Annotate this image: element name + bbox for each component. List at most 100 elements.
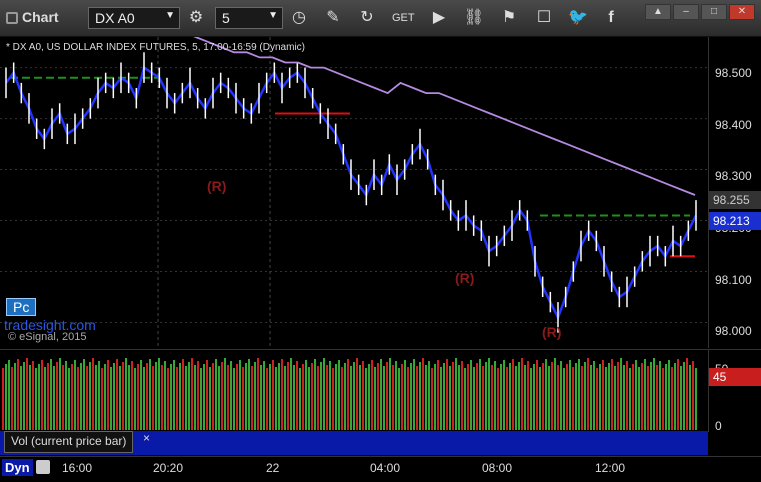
volume-bar (662, 368, 664, 430)
close-icon[interactable]: ✕ (729, 4, 755, 20)
volume-bar (200, 368, 202, 430)
volume-bar (152, 366, 154, 430)
time-tick: 20:20 (153, 461, 184, 475)
volume-bar (533, 364, 535, 430)
volume-bar (275, 367, 277, 430)
symbol-input[interactable]: DX A0 ▼ (88, 7, 180, 29)
pin-icon[interactable]: ▲ (645, 4, 671, 20)
volume-bar (323, 358, 325, 430)
facebook-icon[interactable]: f (600, 7, 622, 29)
price-tick: 98.000 (715, 324, 752, 338)
volume-bar (107, 360, 109, 430)
refresh-icon[interactable]: ↻ (356, 7, 378, 29)
volume-bar (632, 364, 634, 430)
volume-study-label[interactable]: Vol (current price bar) (4, 431, 134, 453)
volume-pane[interactable] (0, 349, 708, 432)
volume-bar (230, 361, 232, 430)
volume-axis[interactable]: 50 45 0 (708, 349, 761, 433)
link-icon[interactable]: ⛓ (463, 7, 485, 29)
volume-bar (173, 360, 175, 430)
volume-bar (104, 364, 106, 430)
volume-bar (365, 368, 367, 430)
volume-bar (89, 362, 91, 430)
volume-bar (272, 360, 274, 430)
volume-bar (179, 363, 181, 430)
flag-icon[interactable]: ⚑ (498, 7, 520, 29)
volume-bar (50, 359, 52, 430)
volume-svg (2, 358, 697, 430)
time-tick: 12:00 (595, 461, 626, 475)
volume-bar (497, 368, 499, 430)
close-icon[interactable]: × (143, 431, 150, 445)
volume-bar (689, 365, 691, 430)
clock-icon[interactable]: ◷ (288, 7, 310, 29)
volume-tag: 45 (709, 368, 761, 386)
get-icon[interactable]: GET (392, 7, 415, 29)
maximize-icon[interactable]: □ (701, 4, 727, 20)
volume-bar (143, 367, 145, 430)
volume-bar (695, 368, 697, 430)
price-tick: 98.100 (715, 273, 752, 287)
volume-bar (617, 362, 619, 430)
volume-bar (158, 358, 160, 430)
volume-bar (674, 363, 676, 430)
volume-bar (536, 360, 538, 430)
interval-input[interactable]: 5 ▼ (215, 7, 283, 29)
volume-bar (188, 362, 190, 430)
volume-bar (518, 362, 520, 430)
price-series (5, 65, 698, 321)
volume-bar (494, 361, 496, 430)
volume-bar (32, 361, 34, 430)
minimize-icon[interactable]: – (673, 4, 699, 20)
volume-bar (386, 362, 388, 430)
volume-bar (512, 359, 514, 430)
volume-bar (527, 361, 529, 430)
volume-bar (641, 363, 643, 430)
volume-bar (551, 362, 553, 430)
play-icon[interactable]: ▶ (428, 7, 450, 29)
volume-bar (287, 362, 289, 430)
volume-bar (164, 361, 166, 430)
volume-bar (281, 359, 283, 430)
volume-bar (362, 361, 364, 430)
settings-icon[interactable] (36, 460, 50, 474)
price-tick: 98.300 (715, 169, 752, 183)
time-tick: 08:00 (482, 461, 513, 475)
volume-bar (239, 360, 241, 430)
volume-bar (170, 364, 172, 430)
volume-bar (167, 368, 169, 430)
volume-bar (467, 364, 469, 430)
chart-info-line: * DX A0, US DOLLAR INDEX FUTURES, 5, 17:… (6, 42, 305, 53)
pencil-icon[interactable]: ✎ (322, 7, 344, 29)
volume-bar (296, 361, 298, 430)
volume-bar (596, 368, 598, 430)
time-axis[interactable]: Dyn 16:00 20:20 22 04:00 08:00 12:00 (0, 456, 761, 482)
volume-bar (251, 366, 253, 430)
volume-bar (524, 365, 526, 430)
volume-bar (623, 365, 625, 430)
price-plot[interactable] (0, 37, 708, 348)
gear-icon[interactable]: ⚙ (185, 7, 207, 29)
volume-bar (233, 368, 235, 430)
volume-bar (590, 365, 592, 430)
dyn-button[interactable]: Dyn (2, 459, 33, 476)
volume-bar (548, 366, 550, 430)
volume-bar (473, 367, 475, 430)
volume-bar (692, 361, 694, 430)
r-marker: (R) (542, 324, 562, 340)
volume-bar (575, 363, 577, 430)
volume-bar (128, 365, 130, 430)
time-tick: 04:00 (370, 461, 401, 475)
time-tick: 22 (266, 461, 280, 475)
price-axis[interactable]: 98.500 98.400 98.300 98.200 98.100 98.00… (708, 37, 761, 348)
volume-bar (377, 363, 379, 430)
volume-bar (425, 365, 427, 430)
twitter-icon[interactable]: 🐦 (567, 7, 589, 29)
comment-icon[interactable]: ☐ (533, 7, 555, 29)
volume-bar (266, 368, 268, 430)
volume-bar (125, 358, 127, 430)
volume-bar (503, 360, 505, 430)
volume-bar (41, 360, 43, 430)
volume-bar (572, 367, 574, 430)
volume-bar (206, 360, 208, 430)
